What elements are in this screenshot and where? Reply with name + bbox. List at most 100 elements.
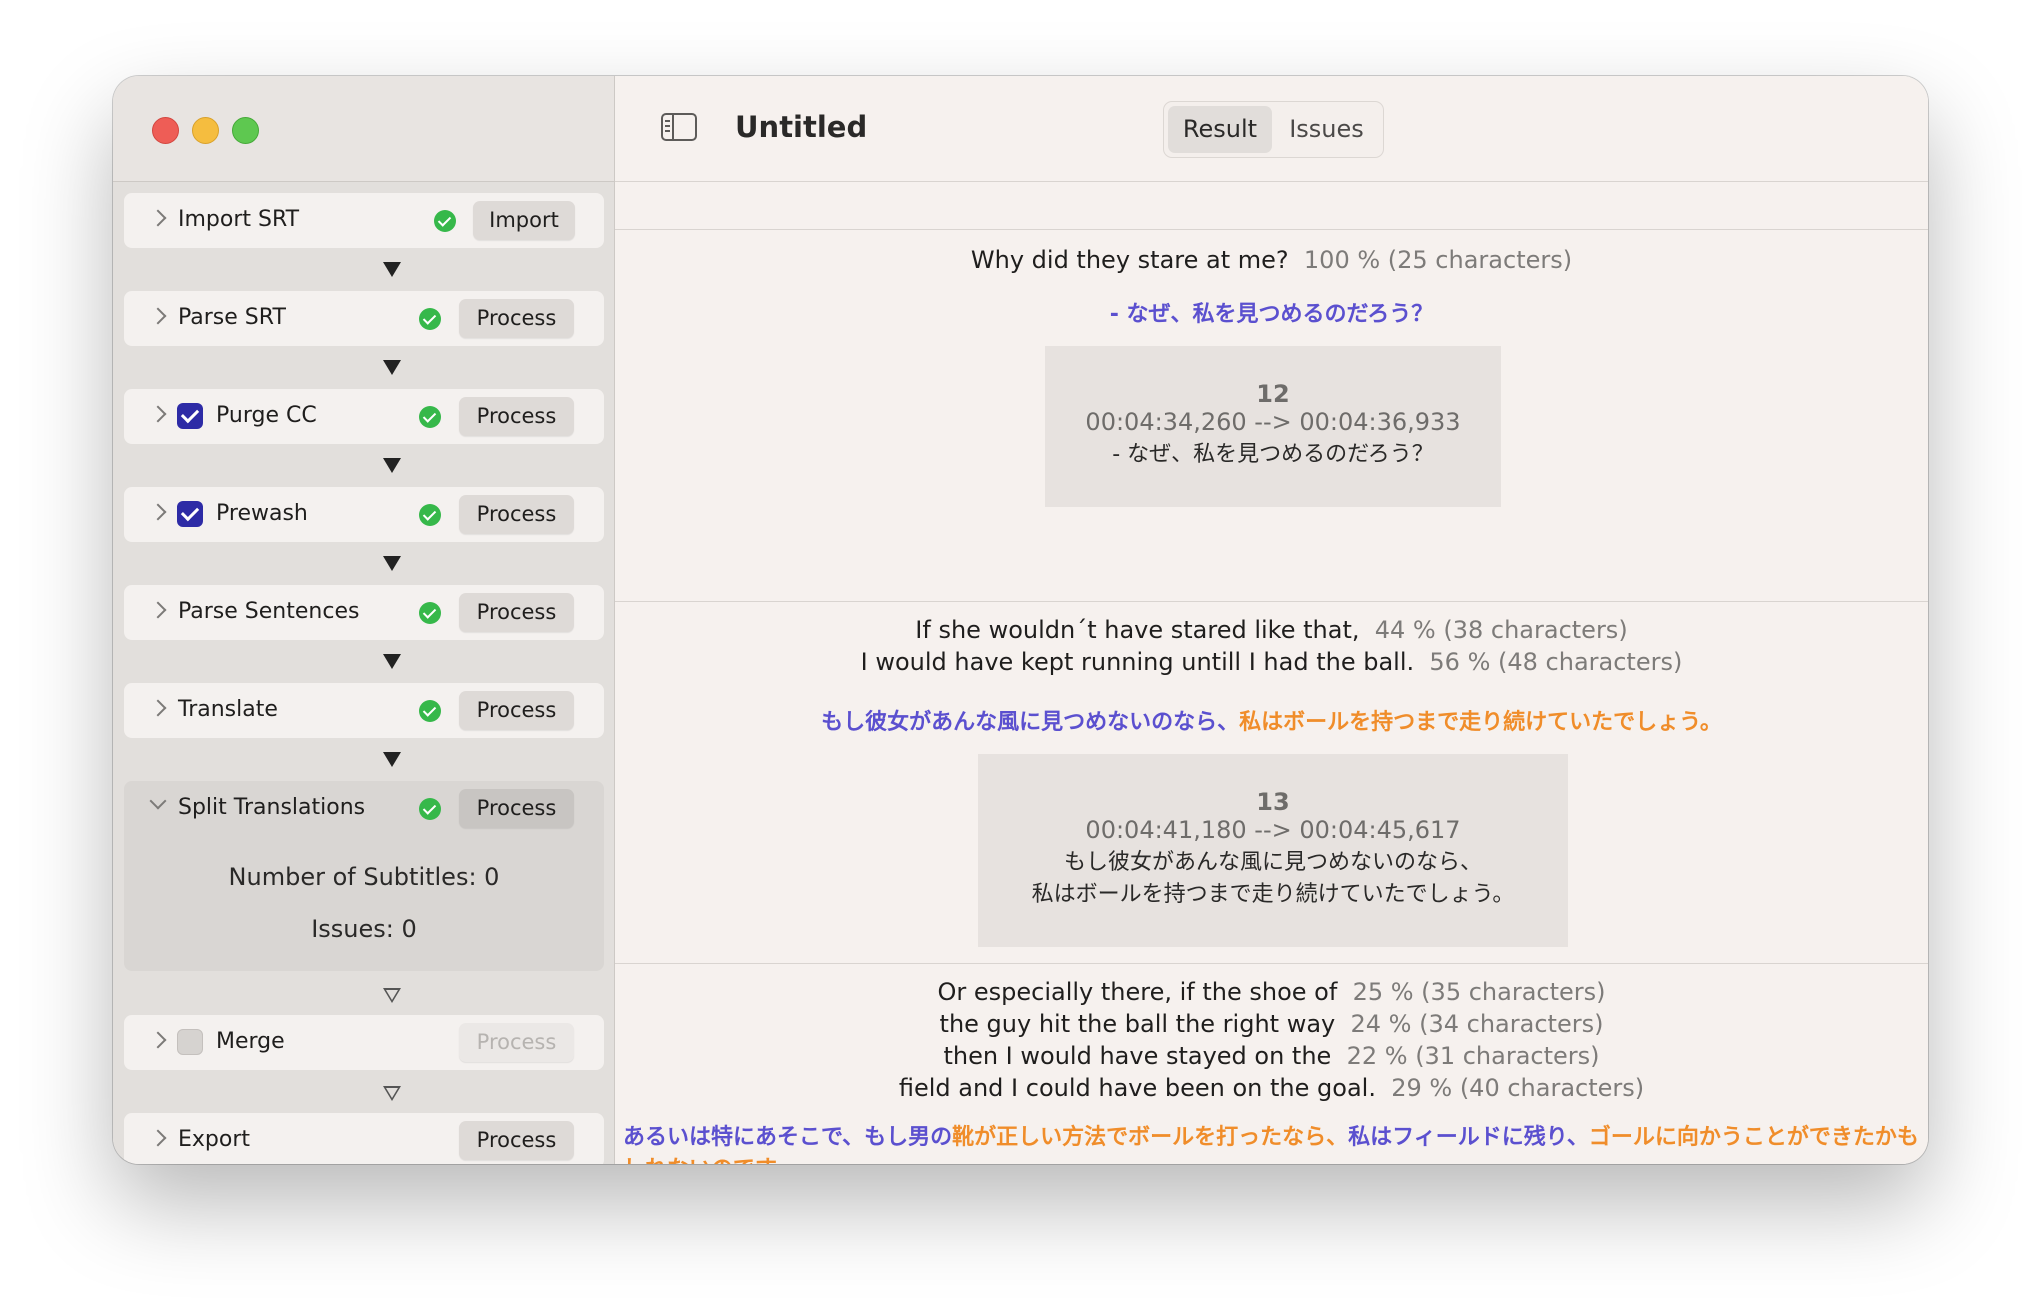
source-line: field and I could have been on the goal.… (615, 1074, 1928, 1102)
list-item: Why did they stare at me? 100 % (25 char… (615, 230, 1928, 602)
sidebar: Import SRT Import Parse SRT Process Purg… (113, 76, 615, 1164)
source-text: I would have kept running untill I had t… (860, 648, 1415, 676)
step-label: Import SRT (178, 207, 300, 232)
translation-line: - なぜ、私を見つめるのだろう？ (615, 296, 1928, 328)
tab-issues[interactable]: Issues (1274, 106, 1379, 153)
subtitle-count: Number of Subtitles: 0 (228, 863, 500, 891)
step-export: Export Process (124, 1113, 604, 1164)
minimize-window-button[interactable] (192, 117, 219, 144)
sidebar-toggle-icon[interactable] (661, 113, 697, 141)
success-check-icon (419, 798, 441, 820)
subtitle-timecode: 00:04:41,180 --> 00:04:45,617 (1085, 816, 1461, 844)
success-check-icon (419, 406, 441, 428)
step-translate: Translate Process (124, 683, 604, 738)
process-button[interactable]: Process (459, 1121, 574, 1160)
step-label: Merge (216, 1029, 285, 1054)
step-label: Parse SRT (178, 305, 286, 330)
purge-cc-checkbox[interactable] (177, 403, 203, 429)
flow-arrow-outline-icon (383, 1086, 401, 1101)
subtitle-card: 12 00:04:34,260 --> 00:04:36,933 - なぜ、私を… (1045, 346, 1501, 507)
flow-arrow-icon (383, 262, 401, 277)
step-label: Split Translations (178, 795, 366, 820)
percentage-label: 25 % (35 characters) (1352, 978, 1606, 1006)
step-split-translations: Split Translations Process Number of Sub… (124, 781, 604, 971)
step-prewash: Prewash Process (124, 487, 604, 542)
flow-arrow-icon (383, 458, 401, 473)
chevron-right-icon[interactable] (149, 699, 167, 717)
close-window-button[interactable] (152, 117, 179, 144)
source-text: If she wouldn´t have stared like that, (915, 616, 1360, 644)
percentage-label: 44 % (38 characters) (1374, 616, 1628, 644)
step-label: Parse Sentences (178, 599, 360, 624)
import-button[interactable]: Import (473, 201, 575, 240)
chevron-right-icon[interactable] (149, 405, 167, 423)
process-button[interactable]: Process (459, 691, 574, 730)
source-line: then I would have stayed on the 22 % (31… (615, 1042, 1928, 1070)
step-import-srt: Import SRT Import (124, 193, 604, 248)
source-text: the guy hit the ball the right way (939, 1010, 1336, 1038)
step-label: Translate (178, 697, 278, 722)
subtitle-text: もし彼女があんな風に見つめないのなら、 (1063, 850, 1482, 875)
success-check-icon (434, 210, 456, 232)
merge-checkbox[interactable] (177, 1029, 203, 1055)
source-line: Or especially there, if the shoe of 25 %… (615, 978, 1928, 1006)
translation-segment: もし彼女があんな風に見つめないのなら、 (821, 710, 1240, 735)
success-check-icon (419, 308, 441, 330)
process-button[interactable]: Process (459, 593, 574, 632)
success-check-icon (419, 602, 441, 624)
translation-segment: 私はボールを持つまで走り続けていたでしょう。 (1239, 710, 1722, 735)
process-button-disabled[interactable]: Process (459, 1023, 574, 1062)
list-header (615, 181, 1928, 230)
step-purge-cc: Purge CC Process (124, 389, 604, 444)
process-button[interactable]: Process (459, 495, 574, 534)
tab-result[interactable]: Result (1168, 106, 1272, 153)
subtitle-timecode: 00:04:34,260 --> 00:04:36,933 (1085, 408, 1461, 436)
chevron-right-icon[interactable] (149, 601, 167, 619)
percentage-label: 29 % (40 characters) (1391, 1074, 1645, 1102)
process-button[interactable]: Process (459, 299, 574, 338)
percentage-label: 22 % (31 characters) (1346, 1042, 1600, 1070)
source-text: Why did they stare at me? (970, 246, 1289, 274)
source-line: Why did they stare at me? 100 % (25 char… (615, 246, 1928, 274)
flow-arrow-icon (383, 752, 401, 767)
process-button[interactable]: Process (459, 789, 574, 828)
sidebar-titlebar (113, 76, 614, 182)
flow-arrow-icon (383, 556, 401, 571)
translation-segment: 私はフィールドに残り、 (1348, 1125, 1589, 1150)
flow-arrow-outline-icon (383, 988, 401, 1003)
percentage-label: 100 % (25 characters) (1303, 246, 1573, 274)
subtitle-text: 私はボールを持つまで走り続けていたでしょう。 (1031, 882, 1515, 907)
chevron-right-icon[interactable] (149, 209, 167, 227)
chevron-right-icon[interactable] (149, 503, 167, 521)
chevron-down-icon[interactable] (149, 792, 167, 810)
translation-segment: 靴が正しい方法でボールを打ったなら、 (952, 1125, 1349, 1150)
source-line: If she wouldn´t have stared like that, 4… (615, 616, 1928, 644)
step-label: Purge CC (216, 403, 317, 428)
main-panel: Untitled Result Issues Why did they star… (615, 76, 1928, 1164)
subtitle-card: 13 00:04:41,180 --> 00:04:45,617 もし彼女があん… (978, 754, 1568, 947)
success-check-icon (419, 504, 441, 526)
document-title: Untitled (735, 110, 868, 144)
chevron-right-icon[interactable] (149, 1031, 167, 1049)
prewash-checkbox[interactable] (177, 501, 203, 527)
success-check-icon (419, 700, 441, 722)
flow-arrow-icon (383, 360, 401, 375)
zoom-window-button[interactable] (232, 117, 259, 144)
translation-segment: あるいは特にあそこで、もし男の (623, 1125, 953, 1150)
source-line: I would have kept running untill I had t… (615, 648, 1928, 676)
chevron-right-icon[interactable] (149, 307, 167, 325)
percentage-label: 56 % (48 characters) (1429, 648, 1683, 676)
step-parse-sentences: Parse Sentences Process (124, 585, 604, 640)
source-text: field and I could have been on the goal. (898, 1074, 1376, 1102)
source-line: the guy hit the ball the right way 24 % … (615, 1010, 1928, 1038)
chevron-right-icon[interactable] (149, 1129, 167, 1147)
process-button[interactable]: Process (459, 397, 574, 436)
step-parse-srt: Parse SRT Process (124, 291, 604, 346)
source-text: then I would have stayed on the (943, 1042, 1332, 1070)
percentage-label: 24 % (34 characters) (1350, 1010, 1604, 1038)
subtitle-number: 12 (1256, 380, 1290, 408)
list-item: Or especially there, if the shoe of 25 %… (615, 964, 1928, 1164)
translation-line: あるいは特にあそこで、もし男の靴が正しい方法でボールを打ったなら、私はフィールド… (623, 1122, 1920, 1164)
flow-arrow-icon (383, 654, 401, 669)
list-item: If she wouldn´t have stared like that, 4… (615, 602, 1928, 964)
